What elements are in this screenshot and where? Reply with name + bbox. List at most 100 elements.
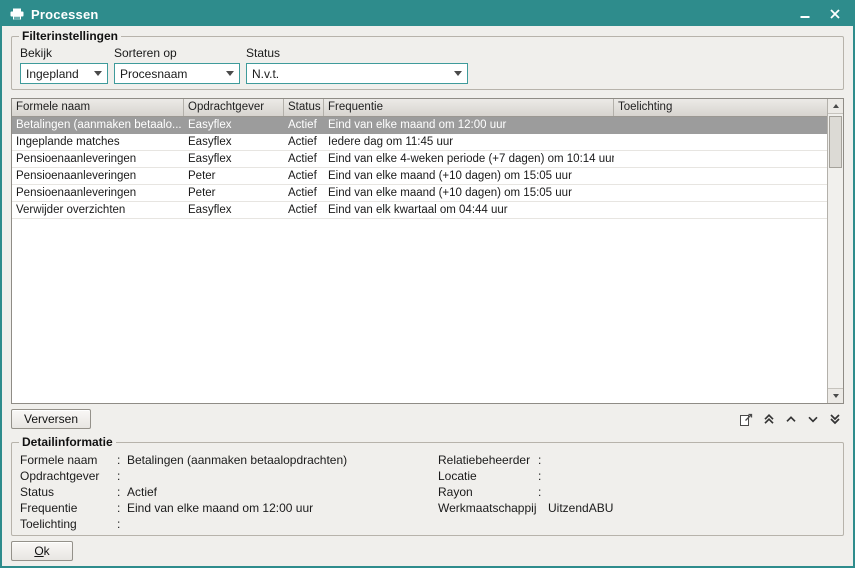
- table-actions: Verversen: [11, 408, 844, 430]
- detail-row: Relatiebeheerder :: [438, 453, 835, 469]
- cell-opdrachtgever: Peter: [184, 168, 284, 184]
- double-chevron-up-icon: [762, 412, 776, 426]
- move-last-button[interactable]: [825, 410, 844, 429]
- cell-toelichting: [614, 168, 827, 184]
- cell-opdrachtgever: Easyflex: [184, 117, 284, 133]
- chevron-down-icon: [449, 65, 466, 82]
- filter-field-status: Status N.v.t.: [246, 46, 468, 84]
- detail-label: Rayon: [438, 485, 538, 501]
- cell-status: Actief: [284, 185, 324, 201]
- sorteren-dropdown[interactable]: Procesnaam: [114, 63, 240, 84]
- window-title: Processen: [31, 7, 785, 22]
- cell-frequentie: Eind van elke maand (+10 dagen) om 15:05…: [324, 168, 614, 184]
- bekijk-label: Bekijk: [20, 46, 108, 60]
- column-header-toelichting[interactable]: Toelichting: [614, 99, 827, 116]
- detail-group-label: Detailinformatie: [19, 435, 116, 449]
- table-row[interactable]: Pensioenaanleveringen Peter Actief Eind …: [12, 185, 827, 202]
- detail-label: Locatie: [438, 469, 538, 485]
- status-label: Status: [246, 46, 468, 60]
- table-row[interactable]: Pensioenaanleveringen Peter Actief Eind …: [12, 168, 827, 185]
- cell-toelichting: [614, 185, 827, 201]
- detail-label: Formele naam: [20, 453, 117, 469]
- column-header-status[interactable]: Status: [284, 99, 324, 116]
- detail-label: Frequentie: [20, 501, 117, 517]
- double-chevron-down-icon: [828, 412, 842, 426]
- cell-status: Actief: [284, 117, 324, 133]
- detail-separator: :: [117, 469, 127, 485]
- cell-toelichting: [614, 151, 827, 167]
- detail-separator: [538, 501, 548, 517]
- scrollbar-down-button[interactable]: [828, 388, 843, 403]
- filter-field-sorteren: Sorteren op Procesnaam: [114, 46, 240, 84]
- detail-row: Locatie :: [438, 469, 835, 485]
- cell-toelichting: [614, 202, 827, 218]
- detail-separator: :: [538, 453, 548, 469]
- chevron-down-icon: [221, 65, 238, 82]
- process-icon: [10, 8, 24, 20]
- detail-row: Frequentie : Eind van elke maand om 12:0…: [20, 501, 438, 517]
- move-up-button[interactable]: [781, 410, 800, 429]
- close-icon: [830, 9, 840, 19]
- close-button[interactable]: [825, 5, 845, 23]
- detail-value: Actief: [127, 485, 438, 501]
- detail-value: [548, 453, 835, 469]
- column-header-formele-naam[interactable]: Formele naam: [12, 99, 184, 116]
- table-row[interactable]: Ingeplande matches Easyflex Actief Ieder…: [12, 134, 827, 151]
- detail-label: Status: [20, 485, 117, 501]
- record-navigation: [737, 410, 844, 429]
- bekijk-value: Ingepland: [26, 67, 79, 81]
- filter-fields: Bekijk Ingepland Sorteren op Procesnaam …: [12, 37, 843, 84]
- move-down-button[interactable]: [803, 410, 822, 429]
- minimize-button[interactable]: [795, 5, 815, 23]
- cell-status: Actief: [284, 168, 324, 184]
- detail-value: Eind van elke maand om 12:00 uur: [127, 501, 438, 517]
- detail-value: UitzendABU: [548, 501, 835, 517]
- cell-formele-naam: Pensioenaanleveringen: [12, 151, 184, 167]
- cell-frequentie: Iedere dag om 11:45 uur: [324, 134, 614, 150]
- table-row[interactable]: Verwijder overzichten Easyflex Actief Ei…: [12, 202, 827, 219]
- cell-formele-naam: Ingeplande matches: [12, 134, 184, 150]
- titlebar: Processen: [2, 2, 853, 26]
- sorteren-label: Sorteren op: [114, 46, 240, 60]
- open-new-window-button[interactable]: [737, 410, 756, 429]
- cell-frequentie: Eind van elke 4-weken periode (+7 dagen)…: [324, 151, 614, 167]
- detail-row: Werkmaatschappij UitzendABU: [438, 501, 835, 517]
- detail-value: Betalingen (aanmaken betaalopdrachten): [127, 453, 438, 469]
- ok-button[interactable]: Ok: [11, 541, 73, 561]
- table-row[interactable]: Betalingen (aanmaken betaalo... Easyflex…: [12, 117, 827, 134]
- status-value: N.v.t.: [252, 67, 279, 81]
- open-new-window-icon: [739, 412, 754, 427]
- move-first-button[interactable]: [759, 410, 778, 429]
- chevron-down-icon: [89, 65, 106, 82]
- cell-toelichting: [614, 117, 827, 133]
- detail-row: Toelichting :: [20, 517, 438, 533]
- table-scrollbar[interactable]: [827, 99, 843, 403]
- scrollbar-up-button[interactable]: [828, 99, 843, 114]
- ok-accesskey: O: [34, 544, 43, 558]
- cell-formele-naam: Verwijder overzichten: [12, 202, 184, 218]
- cell-status: Actief: [284, 202, 324, 218]
- scrollbar-thumb[interactable]: [829, 116, 842, 168]
- cell-frequentie: Eind van elke maand om 12:00 uur: [324, 117, 614, 133]
- column-header-opdrachtgever[interactable]: Opdrachtgever: [184, 99, 284, 116]
- cell-toelichting: [614, 134, 827, 150]
- refresh-button[interactable]: Verversen: [11, 409, 91, 429]
- detail-separator: :: [117, 453, 127, 469]
- chevron-up-icon: [784, 412, 798, 426]
- details-left: Formele naam : Betalingen (aanmaken beta…: [20, 453, 438, 533]
- detail-separator: :: [538, 469, 548, 485]
- table-row[interactable]: Pensioenaanleveringen Easyflex Actief Ei…: [12, 151, 827, 168]
- triangle-down-icon: [833, 394, 839, 398]
- detail-group: Detailinformatie Formele naam : Betaling…: [11, 442, 844, 536]
- cell-formele-naam: Pensioenaanleveringen: [12, 168, 184, 184]
- detail-separator: :: [117, 485, 127, 501]
- detail-separator: :: [117, 517, 127, 533]
- status-dropdown[interactable]: N.v.t.: [246, 63, 468, 84]
- detail-row: Formele naam : Betalingen (aanmaken beta…: [20, 453, 438, 469]
- table-body: Betalingen (aanmaken betaalo... Easyflex…: [12, 117, 843, 219]
- minimize-icon: [800, 9, 810, 19]
- cell-frequentie: Eind van elk kwartaal om 04:44 uur: [324, 202, 614, 218]
- cell-status: Actief: [284, 134, 324, 150]
- column-header-frequentie[interactable]: Frequentie: [324, 99, 614, 116]
- bekijk-dropdown[interactable]: Ingepland: [20, 63, 108, 84]
